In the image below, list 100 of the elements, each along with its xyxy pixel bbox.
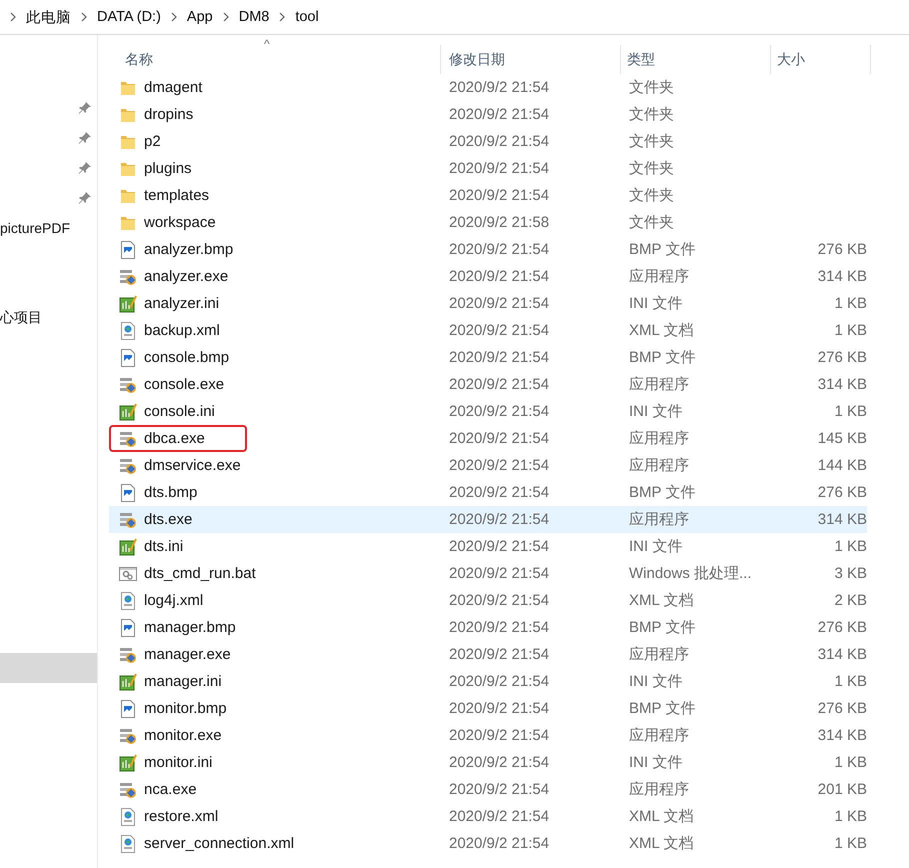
- image-file-icon: [119, 240, 137, 258]
- file-size: 1 KB: [834, 295, 867, 312]
- file-row[interactable]: p2 2020/9/2 21:54 文件夹: [109, 128, 867, 155]
- file-type: 应用程序: [628, 456, 690, 475]
- modified-date: 2020/9/2 21:54: [448, 700, 550, 717]
- file-name: dts_cmd_run.bat: [144, 565, 256, 582]
- modified-date: 2020/9/2 21:58: [448, 214, 550, 231]
- breadcrumb-item[interactable]: App: [186, 9, 213, 25]
- file-row[interactable]: dmservice.exe 2020/9/2 21:54 应用程序 144 KB: [109, 452, 867, 479]
- file-size: 276 KB: [818, 619, 867, 636]
- modified-date: 2020/9/2 21:54: [448, 349, 550, 366]
- file-type: 应用程序: [628, 375, 690, 394]
- pin-icon[interactable]: [78, 131, 92, 145]
- breadcrumb-item[interactable]: DATA (D:): [97, 9, 161, 25]
- file-type: 文件夹: [628, 213, 675, 232]
- file-type: 文件夹: [628, 105, 675, 124]
- breadcrumb-item[interactable]: tool: [295, 9, 319, 25]
- file-type: INI 文件: [628, 753, 684, 772]
- file-row[interactable]: manager.ini 2020/9/2 21:54 INI 文件 1 KB: [109, 668, 867, 695]
- file-size: 276 KB: [818, 484, 867, 501]
- file-row[interactable]: dts.bmp 2020/9/2 21:54 BMP 文件 276 KB: [109, 479, 867, 506]
- file-row[interactable]: monitor.exe 2020/9/2 21:54 应用程序 314 KB: [109, 722, 867, 749]
- nav-item[interactable]: 心项目: [0, 309, 42, 327]
- file-name: dts.exe: [144, 511, 192, 528]
- file-name: monitor.exe: [144, 727, 222, 744]
- chevron-icon: [10, 12, 16, 22]
- file-row[interactable]: templates 2020/9/2 21:54 文件夹: [109, 182, 867, 209]
- file-size: 1 KB: [834, 835, 867, 852]
- modified-date: 2020/9/2 21:54: [448, 376, 550, 393]
- breadcrumb-item[interactable]: 此电脑: [26, 8, 71, 26]
- file-name: dropins: [144, 106, 194, 123]
- file-row[interactable]: monitor.ini 2020/9/2 21:54 INI 文件 1 KB: [109, 749, 867, 776]
- file-row[interactable]: restore.xml 2020/9/2 21:54 XML 文档 1 KB: [109, 803, 867, 830]
- file-row[interactable]: manager.exe 2020/9/2 21:54 应用程序 314 KB: [109, 641, 867, 668]
- globe-document-icon: [119, 808, 137, 826]
- column-header[interactable]: 大小: [771, 45, 871, 74]
- file-row[interactable]: monitor.bmp 2020/9/2 21:54 BMP 文件 276 KB: [109, 695, 867, 722]
- modified-date: 2020/9/2 21:54: [448, 106, 550, 123]
- file-size: 276 KB: [818, 241, 867, 258]
- file-type: XML 文档: [628, 834, 694, 853]
- modified-date: 2020/9/2 21:54: [448, 268, 550, 285]
- file-row[interactable]: plugins 2020/9/2 21:54 文件夹: [109, 155, 867, 182]
- file-type: XML 文档: [628, 321, 694, 340]
- file-row[interactable]: analyzer.ini 2020/9/2 21:54 INI 文件 1 KB: [109, 290, 867, 317]
- chevron-icon: [279, 12, 286, 22]
- file-row[interactable]: workspace 2020/9/2 21:58 文件夹: [109, 209, 867, 236]
- file-type: 文件夹: [628, 159, 675, 178]
- file-name: server_connection.xml: [144, 835, 294, 852]
- file-row[interactable]: console.bmp 2020/9/2 21:54 BMP 文件 276 KB: [109, 344, 867, 371]
- column-header[interactable]: 类型: [621, 45, 771, 74]
- nav-item[interactable]: picturePDF: [0, 220, 70, 236]
- file-row[interactable]: manager.bmp 2020/9/2 21:54 BMP 文件 276 KB: [109, 614, 867, 641]
- pin-icon[interactable]: [78, 101, 92, 115]
- file-row[interactable]: dbca.exe 2020/9/2 21:54 应用程序 145 KB: [109, 425, 867, 452]
- file-row[interactable]: console.exe 2020/9/2 21:54 应用程序 314 KB: [109, 371, 867, 398]
- file-row[interactable]: console.ini 2020/9/2 21:54 INI 文件 1 KB: [109, 398, 867, 425]
- file-type: Windows 批处理...: [628, 564, 753, 583]
- modified-date: 2020/9/2 21:54: [448, 538, 550, 555]
- file-name: manager.ini: [144, 673, 222, 690]
- chevron-icon: [222, 12, 229, 22]
- notepad-icon: [119, 402, 137, 420]
- file-row[interactable]: dts_cmd_run.bat 2020/9/2 21:54 Windows 批处理... 3 KB: [109, 560, 867, 587]
- notepad-icon: [119, 672, 137, 690]
- file-size: 144 KB: [818, 457, 867, 474]
- folder-icon: [119, 80, 137, 96]
- file-type: BMP 文件: [628, 618, 696, 637]
- file-type: 文件夹: [628, 186, 675, 205]
- file-type: INI 文件: [628, 294, 684, 313]
- program-icon: [119, 780, 137, 798]
- file-row[interactable]: dts.exe 2020/9/2 21:54 应用程序 314 KB: [109, 506, 867, 533]
- column-header[interactable]: 名称: [119, 45, 441, 74]
- address-bar[interactable]: 此电脑 DATA (D:) App DM8 tool: [0, 0, 909, 35]
- pin-icon[interactable]: [78, 191, 92, 205]
- file-name: console.exe: [144, 376, 224, 393]
- file-name: templates: [144, 187, 210, 204]
- file-name: analyzer.bmp: [144, 241, 234, 258]
- globe-document-icon: [119, 592, 137, 610]
- globe-document-icon: [119, 834, 137, 852]
- program-icon: [119, 646, 137, 664]
- file-size: 3 KB: [834, 565, 867, 582]
- file-row[interactable]: dts.ini 2020/9/2 21:54 INI 文件 1 KB: [109, 533, 867, 560]
- pin-icon[interactable]: [78, 161, 92, 175]
- notepad-icon: [119, 538, 137, 556]
- modified-date: 2020/9/2 21:54: [448, 295, 550, 312]
- breadcrumb-item[interactable]: DM8: [238, 9, 270, 25]
- modified-date: 2020/9/2 21:54: [448, 808, 550, 825]
- file-row[interactable]: server_connection.xml 2020/9/2 21:54 XML 文档 1 KB: [109, 830, 867, 857]
- file-row[interactable]: analyzer.bmp 2020/9/2 21:54 BMP 文件 276 KB: [109, 236, 867, 263]
- column-header[interactable]: 修改日期: [441, 45, 621, 74]
- file-row[interactable]: log4j.xml 2020/9/2 21:54 XML 文档 2 KB: [109, 587, 867, 614]
- file-type: XML 文档: [628, 807, 694, 826]
- chevron-icon: [170, 12, 177, 22]
- file-row[interactable]: backup.xml 2020/9/2 21:54 XML 文档 1 KB: [109, 317, 867, 344]
- file-size: 276 KB: [818, 700, 867, 717]
- file-size: 1 KB: [834, 322, 867, 339]
- file-row[interactable]: dmagent 2020/9/2 21:54 文件夹: [109, 74, 867, 101]
- file-row[interactable]: dropins 2020/9/2 21:54 文件夹: [109, 101, 867, 128]
- file-row[interactable]: analyzer.exe 2020/9/2 21:54 应用程序 314 KB: [109, 263, 867, 290]
- file-name: manager.bmp: [144, 619, 236, 636]
- file-row[interactable]: nca.exe 2020/9/2 21:54 应用程序 201 KB: [109, 776, 867, 803]
